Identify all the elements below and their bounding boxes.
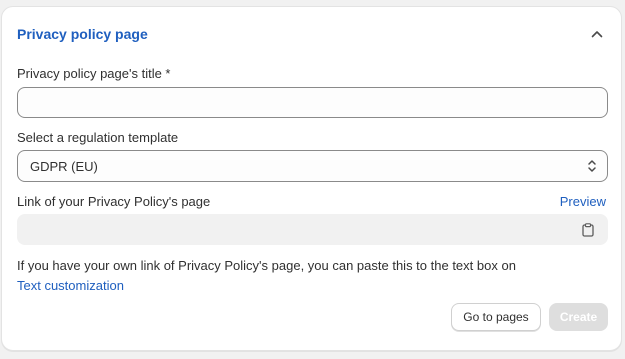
create-button[interactable]: Create bbox=[549, 303, 608, 331]
preview-link[interactable]: Preview bbox=[560, 194, 606, 209]
privacy-page-title-input[interactable] bbox=[17, 87, 608, 118]
select-chevrons-icon bbox=[587, 158, 597, 174]
clipboard-icon[interactable] bbox=[582, 222, 594, 237]
help-text: If you have your own link of Privacy Pol… bbox=[17, 258, 516, 273]
link-field-label: Link of your Privacy Policy's page bbox=[17, 194, 211, 209]
title-field-label: Privacy policy page's title * bbox=[17, 66, 171, 81]
text-customization-link[interactable]: Text customization bbox=[17, 278, 124, 293]
privacy-policy-link-field bbox=[17, 214, 608, 245]
regulation-select-label: Select a regulation template bbox=[17, 130, 179, 145]
chevron-up-icon[interactable] bbox=[588, 25, 606, 43]
privacy-policy-card: Privacy policy page Privacy policy page'… bbox=[1, 6, 622, 351]
regulation-template-select[interactable]: GDPR (EU) bbox=[17, 150, 608, 182]
section-header[interactable]: Privacy policy page bbox=[17, 24, 606, 44]
go-to-pages-button[interactable]: Go to pages bbox=[451, 303, 541, 331]
section-title: Privacy policy page bbox=[17, 26, 148, 42]
regulation-select-value: GDPR (EU) bbox=[30, 158, 98, 174]
